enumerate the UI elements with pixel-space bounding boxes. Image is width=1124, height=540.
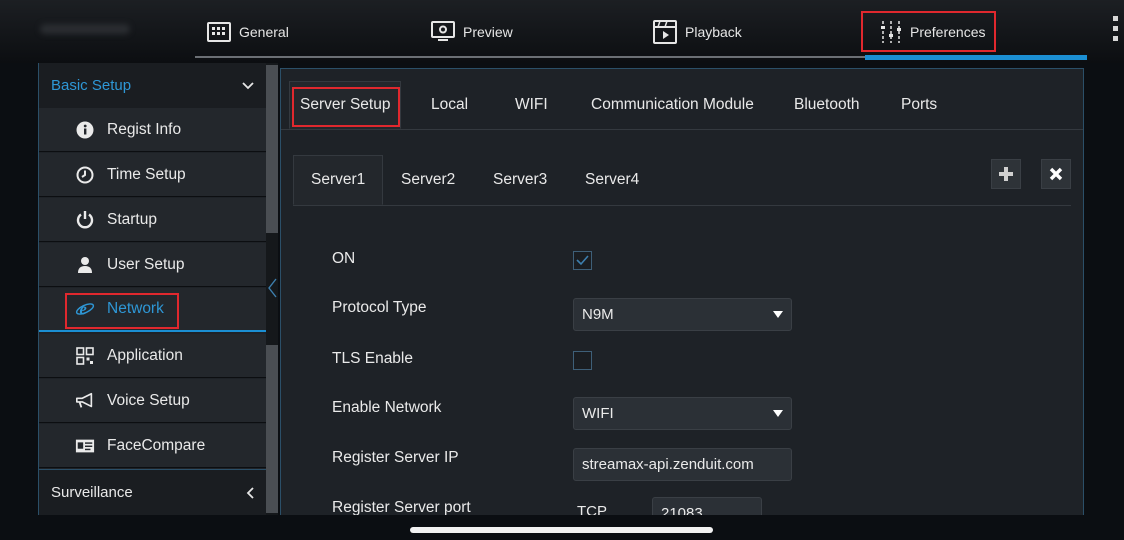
- tab-label: Local: [431, 96, 469, 113]
- sidebar-item-label: User Setup: [107, 255, 185, 273]
- dropdown-arrow-icon: [773, 410, 783, 417]
- tab-communication-module[interactable]: Communication Module: [591, 81, 754, 129]
- tab-label: Server2: [401, 171, 456, 188]
- sidebar-item-application[interactable]: Application: [39, 334, 267, 378]
- sidebar-section-label: Surveillance: [51, 484, 133, 501]
- tab-wifi[interactable]: WIFI: [515, 81, 548, 129]
- nav-active-indicator: [865, 55, 1087, 60]
- logo: [40, 24, 130, 34]
- megaphone-icon: [75, 391, 95, 411]
- tab-label: Server1: [311, 171, 366, 188]
- scrollbar-thumb[interactable]: [266, 65, 278, 233]
- sidebar-section-basic-setup[interactable]: Basic Setup: [39, 63, 267, 108]
- sidebar-item-facecompare[interactable]: FaceCompare: [39, 424, 267, 468]
- main-panel: Server Setup Local WIFI Communication Mo…: [280, 68, 1084, 516]
- nav-preview[interactable]: Preview: [431, 0, 513, 63]
- on-label: ON: [332, 250, 356, 267]
- nav-general[interactable]: General: [207, 0, 289, 63]
- sidebar-item-label: FaceCompare: [107, 436, 206, 454]
- scrollbar-thumb-lower[interactable]: [266, 345, 278, 513]
- tab-server4[interactable]: Server4: [585, 155, 639, 205]
- protocol-type-select[interactable]: N9M: [573, 298, 792, 331]
- nav-preview-label: Preview: [463, 23, 513, 40]
- delete-server-button[interactable]: [1041, 159, 1071, 189]
- info-icon: [75, 120, 95, 140]
- sidebar-item-label: Regist Info: [107, 120, 182, 138]
- protocol-type-value: N9M: [582, 306, 614, 323]
- preferences-highlight-box: [861, 11, 996, 52]
- collapse-sidebar-icon[interactable]: [266, 276, 280, 300]
- nav-divider: [195, 56, 865, 58]
- playback-icon: [653, 19, 677, 44]
- chevron-left-icon: [246, 486, 254, 499]
- enable-network-select[interactable]: WIFI: [573, 397, 792, 430]
- tab-label: Server3: [493, 171, 548, 188]
- register-server-ip-label: Register Server IP: [332, 449, 459, 466]
- sidebar-item-user-setup[interactable]: User Setup: [39, 243, 267, 287]
- plus-icon: [999, 167, 1013, 181]
- enable-network-label: Enable Network: [332, 399, 442, 416]
- sidebar-item-time-setup[interactable]: Time Setup: [39, 153, 267, 197]
- dropdown-arrow-icon: [773, 311, 783, 318]
- network-highlight-box: [65, 293, 179, 329]
- tls-enable-label: TLS Enable: [332, 350, 413, 367]
- sidebar-item-voice-setup[interactable]: Voice Setup: [39, 379, 267, 423]
- tab-local[interactable]: Local: [431, 81, 468, 129]
- sidebar-section-label: Basic Setup: [51, 77, 132, 94]
- tab-bluetooth[interactable]: Bluetooth: [794, 81, 860, 129]
- user-icon: [75, 255, 95, 275]
- sidebar-item-regist-info[interactable]: Regist Info: [39, 108, 267, 152]
- sidebar: Basic Setup Regist Info Time Setup Start…: [38, 63, 267, 515]
- tab-server1[interactable]: Server1: [293, 155, 384, 205]
- tab-label: Server4: [585, 171, 640, 188]
- power-icon: [75, 210, 95, 230]
- sidebar-item-label: Voice Setup: [107, 391, 190, 409]
- sidebar-section-surveillance[interactable]: Surveillance: [39, 469, 267, 515]
- id-card-icon: [75, 436, 95, 456]
- nav-playback-label: Playback: [685, 23, 742, 40]
- tab-label: Communication Module: [591, 96, 754, 113]
- tab-server2[interactable]: Server2: [401, 155, 455, 205]
- sidebar-item-startup[interactable]: Startup: [39, 198, 267, 242]
- nav-playback[interactable]: Playback: [653, 0, 742, 63]
- keyboard-icon: [207, 21, 231, 42]
- clock-icon: [75, 165, 95, 185]
- close-icon: [1049, 167, 1063, 181]
- checkmark-icon: [576, 255, 589, 266]
- protocol-type-label: Protocol Type: [332, 299, 427, 316]
- settings-tabs: Server Setup Local WIFI Communication Mo…: [281, 81, 1083, 130]
- add-server-button[interactable]: [991, 159, 1021, 189]
- sidebar-item-label: Application: [107, 346, 183, 364]
- on-checkbox[interactable]: [573, 251, 592, 270]
- tab-server3[interactable]: Server3: [493, 155, 547, 205]
- monitor-icon: [431, 20, 455, 41]
- server-setup-highlight-box: [292, 87, 400, 127]
- sidebar-item-label: Time Setup: [107, 165, 186, 183]
- register-server-ip-field[interactable]: [573, 448, 792, 481]
- nav-general-label: General: [239, 23, 289, 40]
- server-tabs: Server1 Server2 Server3 Server4: [293, 155, 1071, 206]
- qr-icon: [75, 346, 95, 366]
- tab-label: Ports: [901, 96, 938, 113]
- chevron-down-icon: [242, 81, 254, 89]
- home-indicator[interactable]: [410, 527, 713, 533]
- tls-enable-checkbox[interactable]: [573, 351, 592, 370]
- top-nav-bar: General Preview Playback Preferences: [0, 0, 1124, 63]
- enable-network-value: WIFI: [582, 405, 614, 422]
- tab-ports[interactable]: Ports: [901, 81, 937, 129]
- tab-label: WIFI: [515, 96, 548, 113]
- tab-label: Bluetooth: [794, 96, 860, 113]
- more-menu-icon[interactable]: [1113, 16, 1119, 46]
- sidebar-item-label: Startup: [107, 210, 157, 228]
